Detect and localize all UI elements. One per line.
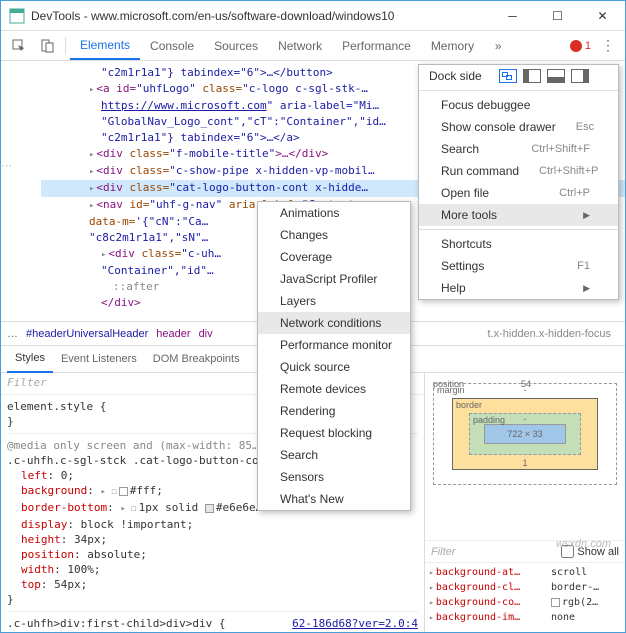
mt-animations[interactable]: Animations [258,202,410,224]
tab-network[interactable]: Network [268,31,332,60]
settings-menu-button[interactable]: ⋮ [595,37,621,54]
more-tabs-icon[interactable]: » [486,34,510,58]
menu-open-file[interactable]: Open fileCtrl+P [419,182,618,204]
menu-show-console[interactable]: Show console drawerEsc [419,116,618,138]
main-menu: Dock side Focus debuggee Show console dr… [418,64,619,300]
tab-console[interactable]: Console [140,31,204,60]
href-link[interactable]: https://www.microsoft.com [101,99,267,112]
close-button[interactable]: ✕ [580,1,625,31]
tab-dom-breakpoints[interactable]: DOM Breakpoints [145,346,248,373]
window-titlebar: DevTools - www.microsoft.com/en-us/softw… [1,1,625,31]
maximize-button[interactable]: ☐ [535,1,580,31]
mt-remote-devices[interactable]: Remote devices [258,378,410,400]
devtools-icon [9,8,25,24]
menu-run-command[interactable]: Run commandCtrl+Shift+P [419,160,618,182]
mt-changes[interactable]: Changes [258,224,410,246]
mt-rendering[interactable]: Rendering [258,400,410,422]
computed-pane: position 54 margin - border 1 padding - … [425,373,625,632]
box-model[interactable]: position 54 margin - border 1 padding - … [425,373,625,540]
mt-layers[interactable]: Layers [258,290,410,312]
mt-perf-monitor[interactable]: Performance monitor [258,334,410,356]
tab-styles[interactable]: Styles [7,346,53,373]
gutter-dots: ⋯ [1,159,12,172]
mt-network-conditions[interactable]: Network conditions [258,312,410,334]
mt-quick-source[interactable]: Quick source [258,356,410,378]
mt-whats-new[interactable]: What's New [258,488,410,510]
error-indicator[interactable]: 1 [570,40,591,52]
computed-filter[interactable]: Filter [431,546,455,558]
error-icon [570,40,582,52]
source-link[interactable]: 62-186d68?ver=2.0:4 [292,616,418,631]
window-title: DevTools - www.microsoft.com/en-us/softw… [31,9,490,23]
more-tools-submenu: Animations Changes Coverage JavaScript P… [257,201,411,511]
dock-right-icon[interactable] [571,69,589,83]
dock-left-icon[interactable] [523,69,541,83]
menu-focus-debuggee[interactable]: Focus debuggee [419,94,618,116]
dock-undock-icon[interactable] [499,69,517,83]
menu-more-tools[interactable]: More tools▶ [419,204,618,226]
computed-props[interactable]: background-at…scroll background-cl…borde… [425,562,625,632]
tab-event-listeners[interactable]: Event Listeners [53,346,145,373]
device-icon[interactable] [35,34,59,58]
inspect-icon[interactable] [7,34,31,58]
minimize-button[interactable]: ─ [490,1,535,31]
tab-memory[interactable]: Memory [421,31,484,60]
tab-performance[interactable]: Performance [332,31,421,60]
tab-sources[interactable]: Sources [204,31,268,60]
menu-shortcuts[interactable]: Shortcuts [419,233,618,255]
mt-sensors[interactable]: Sensors [258,466,410,488]
main-toolbar: Elements Console Sources Network Perform… [1,31,625,61]
mt-request-blocking[interactable]: Request blocking [258,422,410,444]
menu-settings[interactable]: SettingsF1 [419,255,618,277]
mt-coverage[interactable]: Coverage [258,246,410,268]
menu-search[interactable]: SearchCtrl+Shift+F [419,138,618,160]
mt-js-profiler[interactable]: JavaScript Profiler [258,268,410,290]
menu-help[interactable]: Help▶ [419,277,618,299]
dock-side-row: Dock side [419,65,618,87]
tab-elements[interactable]: Elements [70,31,140,60]
dock-bottom-icon[interactable] [547,69,565,83]
mt-search[interactable]: Search [258,444,410,466]
watermark: wsxdn.com [556,538,611,550]
